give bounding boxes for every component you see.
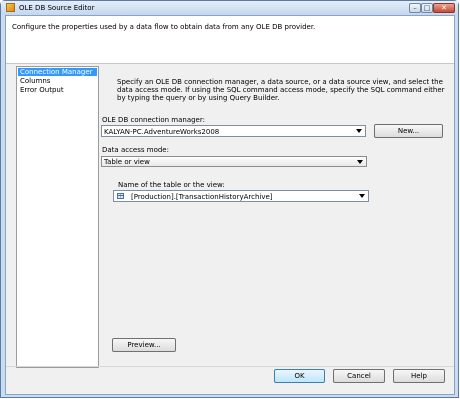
- nav-item-error-output[interactable]: Error Output: [18, 86, 97, 94]
- nav-item-connection-manager[interactable]: Connection Manager: [18, 68, 97, 76]
- table-icon: [117, 193, 124, 199]
- chevron-down-icon[interactable]: [356, 129, 362, 133]
- connection-manager-label: OLE DB connection manager:: [102, 116, 205, 124]
- chevron-down-icon[interactable]: [359, 194, 365, 198]
- window-title: OLE DB Source Editor: [19, 4, 95, 12]
- ok-button[interactable]: OK: [274, 369, 325, 383]
- cancel-button[interactable]: Cancel: [333, 369, 385, 383]
- header-description: Configure the properties used by a data …: [12, 23, 316, 31]
- header-band: Configure the properties used by a data …: [6, 16, 454, 64]
- preview-button[interactable]: Preview...: [112, 338, 176, 352]
- dialog-client-area: Configure the properties used by a data …: [5, 15, 455, 395]
- connection-manager-value: KALYAN-PC.AdventureWorks2008: [104, 128, 220, 136]
- connection-manager-combo[interactable]: KALYAN-PC.AdventureWorks2008: [101, 125, 366, 137]
- page-nav-list[interactable]: Connection Manager Columns Error Output: [16, 66, 99, 368]
- new-connection-button[interactable]: New...: [374, 124, 443, 138]
- help-button[interactable]: Help: [393, 369, 445, 383]
- table-name-label: Name of the table or the view:: [118, 181, 225, 189]
- access-mode-combo[interactable]: Table or view: [101, 156, 367, 167]
- table-name-value: [Production].[TransactionHistoryArchive]: [131, 193, 273, 201]
- app-icon: [6, 3, 15, 12]
- nav-item-columns[interactable]: Columns: [18, 77, 97, 85]
- access-mode-label: Data access mode:: [102, 146, 169, 154]
- dialog-window: OLE DB Source Editor – □ ✕ Configure the…: [0, 0, 459, 398]
- maximize-button[interactable]: □: [421, 3, 433, 13]
- access-mode-value: Table or view: [104, 158, 150, 166]
- page-description: Specify an OLE DB connection manager, a …: [117, 78, 445, 102]
- close-button[interactable]: ✕: [433, 3, 455, 13]
- title-bar[interactable]: OLE DB Source Editor – □ ✕: [1, 1, 458, 15]
- table-name-combo[interactable]: [Production].[TransactionHistoryArchive]: [113, 190, 369, 202]
- footer-divider: [6, 366, 454, 367]
- minimize-button[interactable]: –: [409, 3, 421, 13]
- chevron-down-icon[interactable]: [357, 160, 363, 164]
